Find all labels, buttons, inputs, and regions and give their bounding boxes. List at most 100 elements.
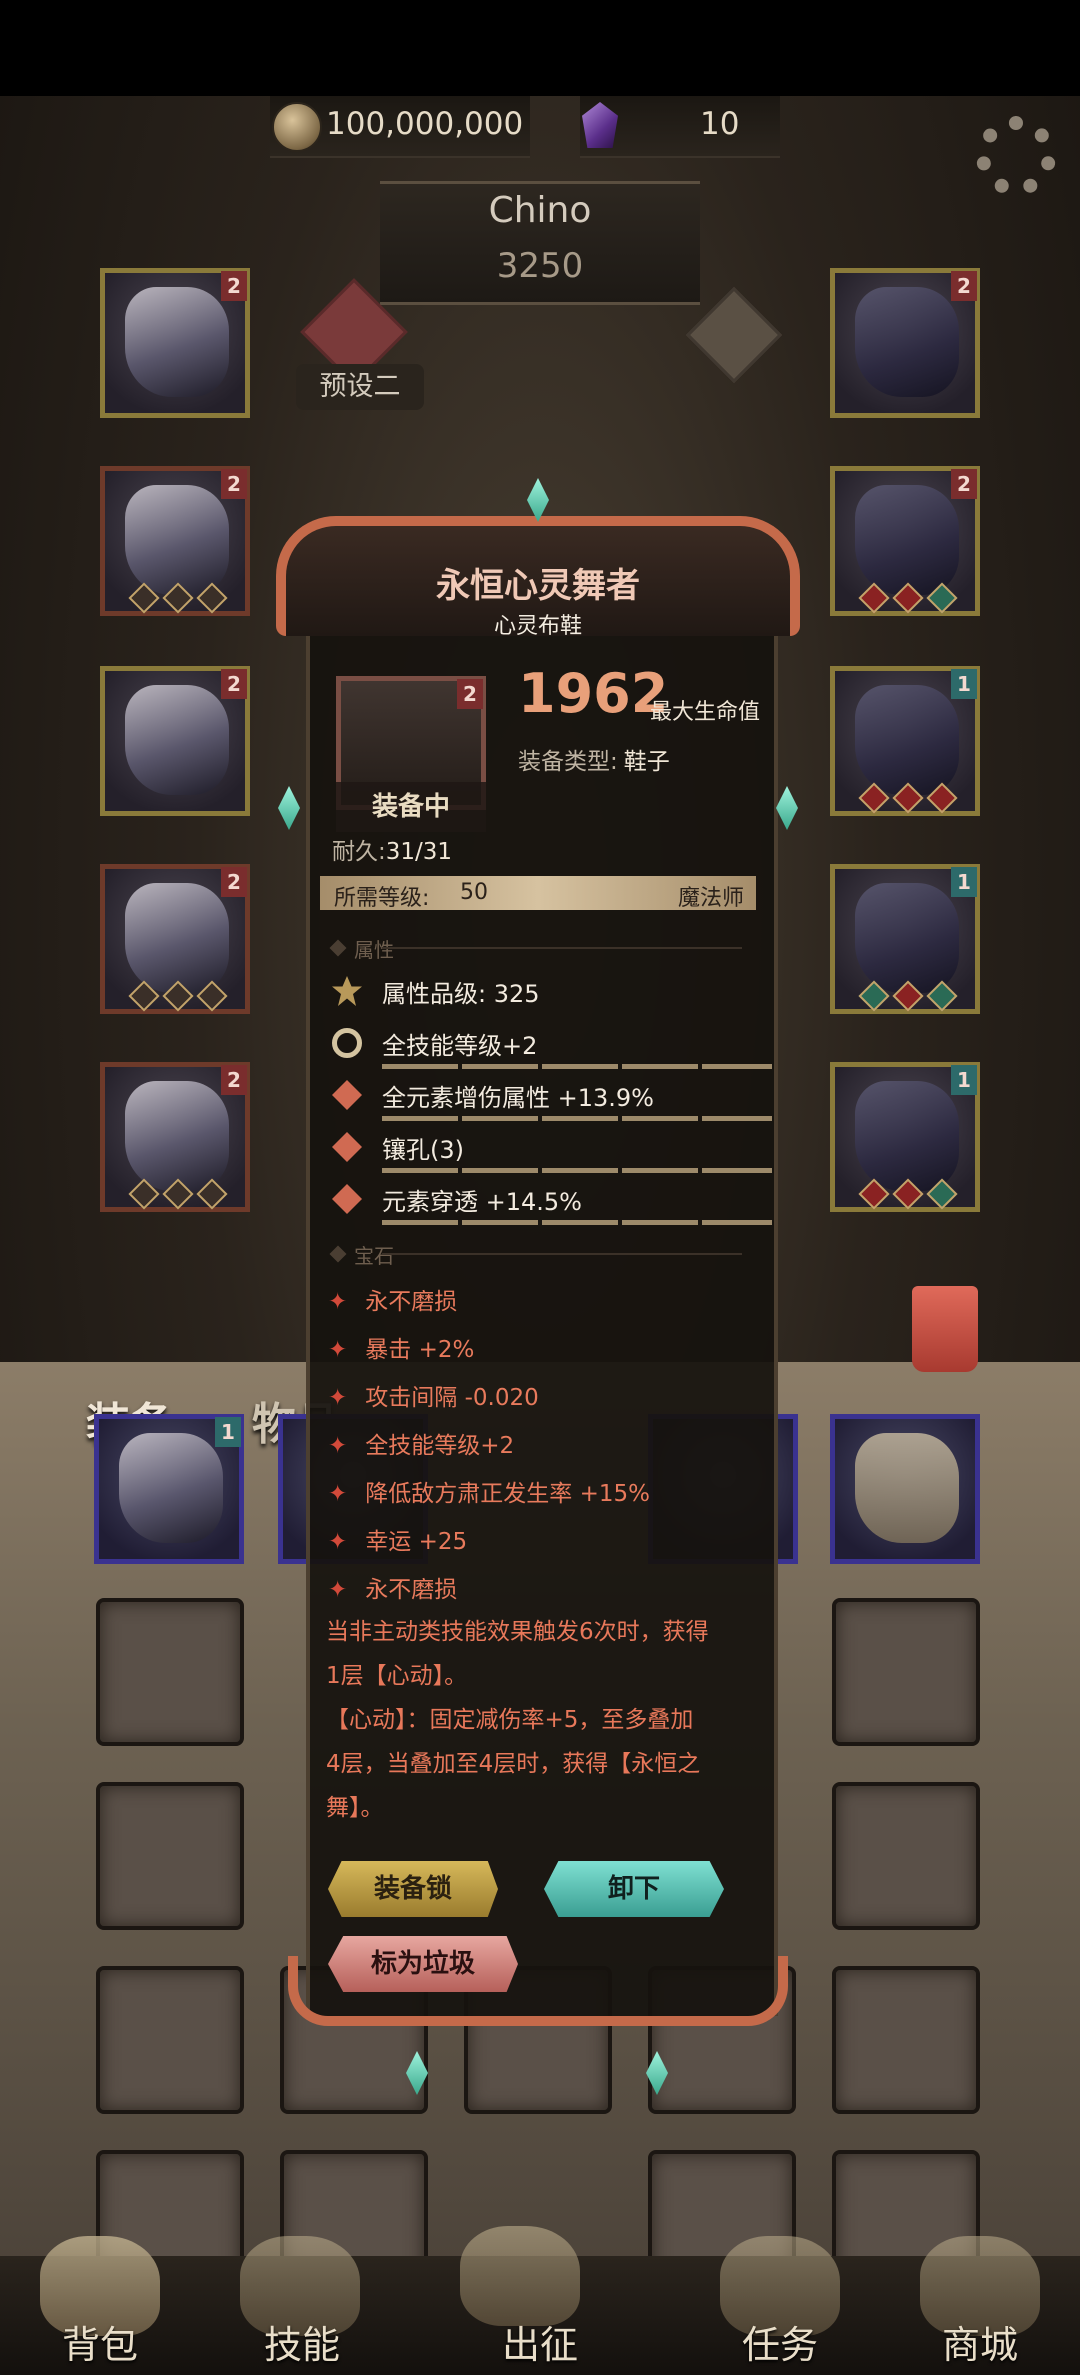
weapon-icon [855, 883, 959, 993]
equip-lock-button[interactable]: 装备锁 [328, 1861, 498, 1917]
nav-shop[interactable]: 商城 [900, 2314, 1060, 2369]
unequip-button[interactable]: 卸下 [544, 1861, 724, 1917]
gem-effect: ✦ 幸运 +25 [328, 1522, 467, 1556]
inventory-slot-1[interactable]: 1 [94, 1414, 244, 1564]
attribute-row: 全技能等级+2 [332, 1020, 772, 1072]
teal-gem-icon [278, 786, 300, 830]
socket-row [858, 582, 958, 614]
rarity-badge: 2 [457, 679, 483, 709]
gem-effect: ✦ 永不磨损 [328, 1282, 457, 1316]
description-line: 1层【心动】。 [326, 1663, 468, 1689]
rarity-badge: 1 [951, 669, 977, 699]
equip-slot-armor[interactable]: 2 [100, 466, 250, 616]
description-line: 当非主动类技能效果触发6次时，获得 [326, 1619, 709, 1645]
rarity-badge: 2 [221, 1065, 247, 1095]
nav-backpack[interactable]: 背包 [20, 2314, 180, 2369]
equip-slot-offhand[interactable]: 1 [830, 1062, 980, 1212]
main-stat-label: 最大生命值 [650, 700, 761, 725]
gem-bar: 10 [580, 96, 780, 158]
class-emblem-icon[interactable] [685, 286, 783, 384]
gem-effect: ✦ 攻击间隔 -0.020 [328, 1378, 539, 1412]
rarity-badge: 2 [221, 669, 247, 699]
gem-effect-text: 攻击间隔 -0.020 [365, 1385, 539, 1411]
equip-slot-wing[interactable]: 2 [100, 666, 250, 816]
wing-icon [125, 685, 229, 795]
main-stat-value: 1962 [518, 662, 669, 725]
gold-bar: 100,000,000 [270, 96, 530, 158]
attribute-row: 元素穿透 +14.5% [332, 1176, 772, 1228]
ring-icon [855, 685, 959, 795]
durability-label: 耐久: [332, 839, 386, 865]
gem-effect: ✦ 全技能等级+2 [328, 1426, 514, 1460]
shorts-icon [855, 1433, 959, 1543]
item-name: 永恒心灵舞者 [436, 566, 640, 606]
settings-gear-icon[interactable] [976, 116, 1056, 196]
star-icon: ✦ [328, 1289, 348, 1315]
section-attributes: 属性 [332, 936, 752, 962]
attribute-bar [382, 1168, 772, 1173]
equip-slot-ring-2[interactable]: 1 [830, 666, 980, 816]
nav-skills[interactable]: 技能 [222, 2314, 382, 2369]
item-detail-popup: 永恒心灵舞者 心灵布鞋 2 装备中 1962 最大生命值 装备类型: 鞋子 耐久:… [276, 478, 800, 2095]
inventory-cell[interactable] [832, 1598, 980, 1746]
purple-gem-icon [582, 102, 618, 148]
nav-expedition[interactable]: 出征 [460, 2314, 620, 2369]
popup-bottom-frame [288, 1956, 788, 2026]
socket-row [128, 1178, 228, 1210]
equip-slot-necklace[interactable]: 2 [830, 268, 980, 418]
equip-slot-weapon[interactable]: 1 [830, 864, 980, 1014]
gem-effect-text: 永不磨损 [365, 1577, 458, 1603]
teal-gem-icon [776, 786, 798, 830]
equip-slot-helmet[interactable]: 2 [100, 268, 250, 418]
gem-effect-text: 永不磨损 [365, 1289, 458, 1315]
req-level-label: 所需等级: [334, 886, 430, 911]
durability-value: 31/31 [385, 839, 453, 865]
star-icon: ✦ [328, 1529, 348, 1555]
description-line: 舞】。 [326, 1795, 384, 1821]
inventory-slot-5[interactable] [830, 1414, 980, 1564]
spark-icon [332, 1184, 362, 1214]
boots-icon [125, 1081, 229, 1191]
equip-slot-ring-1[interactable]: 2 [830, 466, 980, 616]
star-icon: ✦ [328, 1433, 348, 1459]
gem-amount: 10 [700, 106, 740, 142]
socket-row [128, 582, 228, 614]
star-icon: ✦ [328, 1337, 348, 1363]
equip-type: 装备类型: 鞋子 [518, 742, 670, 776]
attribute-row: 全元素增伤属性 +13.9% [332, 1072, 772, 1124]
preset-label[interactable]: 预设二 [296, 364, 424, 410]
req-level-value: 50 [460, 880, 488, 905]
equip-slot-boots[interactable]: 2 [100, 1062, 250, 1212]
inventory-cell[interactable] [832, 1782, 980, 1930]
attribute-row: 属性品级: 325 [332, 968, 752, 1020]
sword-icon [460, 2226, 580, 2326]
attribute-bar [382, 1064, 772, 1069]
req-class: 魔法师 [677, 886, 744, 911]
pants-icon [125, 883, 229, 993]
socket-row [858, 980, 958, 1012]
attribute-row: 镶孔(3) [332, 1124, 772, 1176]
player-power: 3250 [496, 246, 584, 286]
item-description: 当非主动类技能效果触发6次时，获得 1层【心动】。 【心动】：固定减伤率+5，至… [326, 1610, 756, 1830]
bottom-nav: 背包 技能 出征 任务 商城 [0, 2226, 1080, 2375]
rarity-badge: 2 [221, 271, 247, 301]
equip-type-label: 装备类型: [518, 749, 618, 775]
star-icon: ✦ [328, 1481, 348, 1507]
inventory-cell[interactable] [832, 1966, 980, 2114]
star-icon: ✦ [328, 1577, 348, 1603]
inventory-cell[interactable] [96, 1782, 244, 1930]
socket-row [858, 782, 958, 814]
gem-effect: ✦ 暴击 +2% [328, 1330, 474, 1364]
socket-row [128, 980, 228, 1012]
pants-icon [119, 1433, 223, 1543]
inventory-cell[interactable] [96, 1966, 244, 2114]
nav-quests[interactable]: 任务 [700, 2314, 860, 2369]
inventory-cell[interactable] [96, 1598, 244, 1746]
attribute-bar [382, 1116, 772, 1121]
gem-effect: ✦ 永不磨损 [328, 1570, 457, 1604]
trash-can-icon[interactable] [912, 1286, 978, 1372]
rarity-badge: 2 [951, 469, 977, 499]
gem-effect-text: 幸运 +25 [365, 1529, 468, 1555]
rarity-badge: 1 [215, 1417, 241, 1447]
equip-slot-pants[interactable]: 2 [100, 864, 250, 1014]
